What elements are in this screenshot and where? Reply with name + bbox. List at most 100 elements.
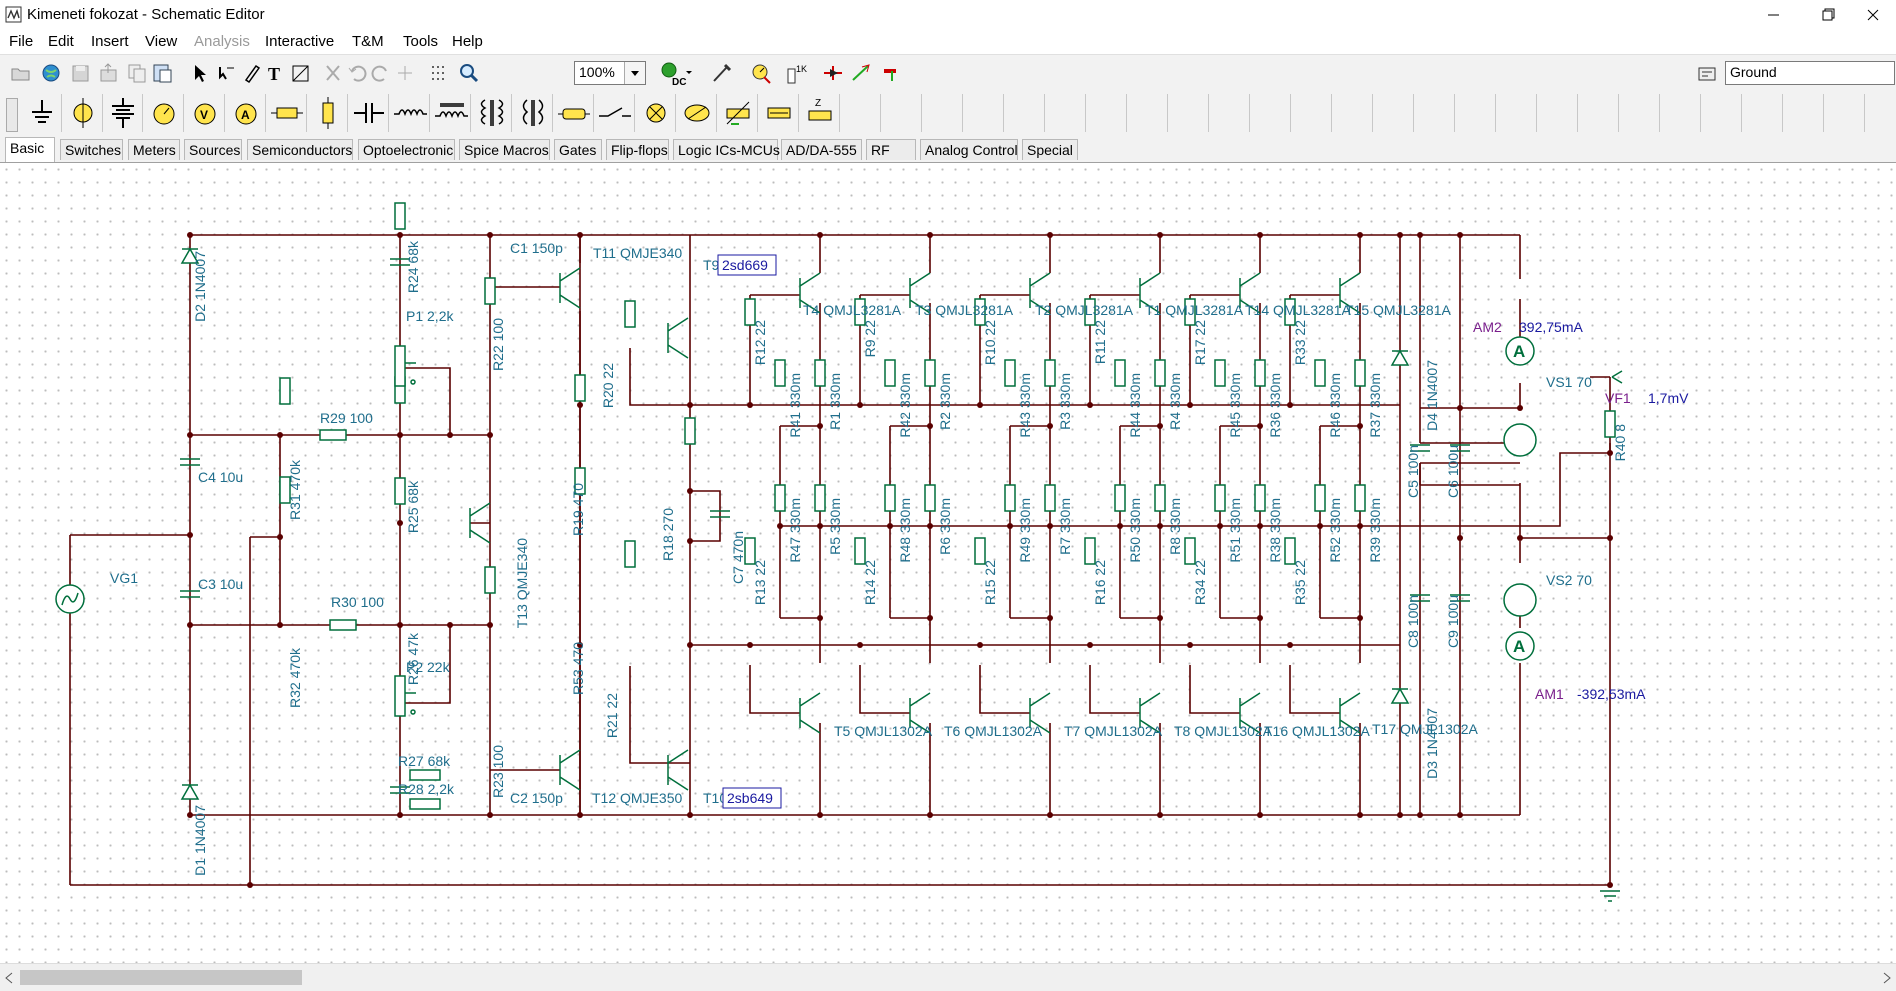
palette-empty-21[interactable] (1662, 94, 1701, 132)
palette-empty-11[interactable] (1252, 94, 1291, 132)
horizontal-scrollbar[interactable] (0, 963, 1896, 991)
text-button[interactable]: T (262, 59, 288, 87)
tab-flip-flops[interactable]: Flip-flops (606, 139, 669, 160)
tab-rf[interactable]: RF (866, 139, 916, 160)
palette-empty-16[interactable] (1457, 94, 1496, 132)
scroll-left-icon[interactable] (4, 972, 14, 984)
menu-tools[interactable]: Tools (403, 33, 438, 50)
select-button[interactable] (186, 59, 212, 87)
line-button[interactable] (288, 59, 314, 87)
copy-button[interactable] (124, 59, 150, 87)
tab-switches[interactable]: Switches (60, 139, 123, 160)
diode-d3[interactable] (1390, 687, 1410, 704)
schematic-canvas[interactable]: A A D2 1N4007 R24 68k C1 150p T11 QMJE340 T9… (0, 163, 1896, 963)
palette-zener[interactable]: Z (801, 94, 840, 132)
diode-d4[interactable] (1390, 349, 1410, 366)
component-select[interactable]: Ground (1725, 61, 1895, 85)
close-button[interactable] (1850, 0, 1896, 30)
palette-inductor-core[interactable] (432, 94, 471, 132)
menu-help[interactable]: Help (452, 33, 483, 50)
palette-empty-13[interactable] (1334, 94, 1373, 132)
signal-generator-vg1[interactable] (55, 584, 85, 614)
menu-tm[interactable]: T&M (352, 33, 384, 50)
palette-ground[interactable] (23, 94, 62, 132)
palette-inductor[interactable] (391, 94, 430, 132)
voltmeter-vf1-terminal[interactable] (1611, 370, 1623, 384)
meter-button[interactable] (748, 59, 774, 87)
palette-empty-2[interactable] (883, 94, 922, 132)
palette-empty-19[interactable] (1580, 94, 1619, 132)
palette-ammeter[interactable]: A (227, 94, 266, 132)
ammeter-am2[interactable]: A (1505, 336, 1535, 366)
undo-button[interactable] (344, 59, 370, 87)
resistor-r28[interactable] (409, 798, 441, 810)
zoom-button[interactable] (456, 59, 482, 87)
palette-empty-10[interactable] (1211, 94, 1250, 132)
palette-empty-24[interactable] (1785, 94, 1824, 132)
menu-file[interactable]: File (9, 33, 33, 50)
pin-button[interactable] (878, 59, 904, 87)
palette-empty-8[interactable] (1129, 94, 1168, 132)
palette-voltmeter[interactable]: V (186, 94, 225, 132)
palette-empty-23[interactable] (1744, 94, 1783, 132)
palette-empty-5[interactable] (1006, 94, 1045, 132)
grid-button[interactable] (426, 59, 452, 87)
palette-transformer[interactable] (473, 94, 512, 132)
menu-interactive[interactable]: Interactive (265, 33, 334, 50)
menu-view[interactable]: View (145, 33, 177, 50)
palette-empty-9[interactable] (1170, 94, 1209, 132)
palette-resistor-vertical[interactable] (309, 94, 348, 132)
tab-special[interactable]: Special (1022, 139, 1078, 160)
probe-button[interactable] (708, 59, 734, 87)
export-button[interactable] (96, 59, 122, 87)
scrollbar-thumb[interactable] (20, 970, 302, 985)
open-button[interactable] (8, 59, 34, 87)
palette-empty-1[interactable] (842, 94, 881, 132)
palette-empty-20[interactable] (1621, 94, 1660, 132)
palette-fuse[interactable] (555, 94, 594, 132)
palette-scroll-left[interactable] (6, 98, 18, 132)
palette-potentiometer[interactable] (719, 94, 758, 132)
wire-green-button[interactable] (848, 59, 874, 87)
place-component-button[interactable] (1694, 59, 1720, 87)
tab-spice-macros[interactable]: Spice Macros (459, 139, 550, 160)
palette-meter[interactable] (145, 94, 184, 132)
palette-empty-22[interactable] (1703, 94, 1742, 132)
1k-resistor-button[interactable]: 1K (782, 59, 808, 87)
potentiometer-p1[interactable] (394, 345, 416, 387)
resistor-r30[interactable] (329, 619, 357, 631)
palette-empty-15[interactable] (1416, 94, 1455, 132)
scroll-right-icon[interactable] (1882, 972, 1892, 984)
palette-empty-3[interactable] (924, 94, 963, 132)
tab-ad-da-555[interactable]: AD/DA-555 (781, 139, 862, 160)
tab-logic-ics-mcus[interactable]: Logic ICs-MCUs (673, 139, 780, 160)
voltage-source-vs1[interactable] (1503, 423, 1537, 457)
cross-cursor-button[interactable] (392, 59, 418, 87)
palette-empty-4[interactable] (965, 94, 1004, 132)
tab-optoelectronic[interactable]: Optoelectronic (358, 139, 455, 160)
palette-capacitor[interactable] (350, 94, 389, 132)
palette-empty-25[interactable] (1826, 94, 1865, 132)
palette-switch[interactable] (596, 94, 635, 132)
palette-empty-12[interactable] (1293, 94, 1332, 132)
wire-select-button[interactable] (212, 59, 238, 87)
palette-empty-17[interactable] (1498, 94, 1537, 132)
menu-insert[interactable]: Insert (91, 33, 129, 50)
palette-empty-14[interactable] (1375, 94, 1414, 132)
palette-empty-7[interactable] (1088, 94, 1127, 132)
palette-motor[interactable] (678, 94, 717, 132)
menu-analysis[interactable]: Analysis (194, 33, 250, 50)
voltage-source-vs2[interactable] (1503, 583, 1537, 617)
wire-red-button[interactable] (820, 59, 846, 87)
resistor-r27[interactable] (409, 769, 441, 781)
tab-gates[interactable]: Gates (554, 139, 602, 160)
palette-lamp[interactable] (637, 94, 676, 132)
palette-voltage-source[interactable] (64, 94, 103, 132)
palette-transformer-2[interactable] (514, 94, 553, 132)
diode-d1[interactable] (180, 783, 200, 800)
delete-button[interactable] (320, 59, 346, 87)
palette-bulb[interactable] (760, 94, 799, 132)
resistor-r29[interactable] (319, 429, 347, 441)
tab-basic[interactable]: Basic (5, 137, 55, 162)
tab-meters[interactable]: Meters (128, 139, 180, 160)
